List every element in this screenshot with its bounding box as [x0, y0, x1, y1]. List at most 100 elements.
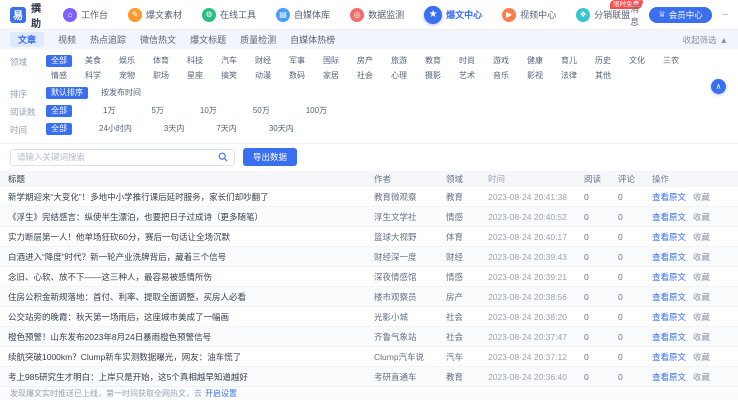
messages-button[interactable]: 消息: [630, 2, 639, 28]
row-title[interactable]: 新学期迎来“大变化”！多地中小学推行课后延时服务，家长们却吵翻了: [0, 191, 374, 203]
filter-chip[interactable]: 默认排序: [46, 87, 88, 99]
filter-chip[interactable]: 5万: [146, 105, 168, 117]
settings-link[interactable]: 开启设置: [205, 388, 237, 399]
filter-chip[interactable]: 旅游: [386, 55, 412, 67]
table-row[interactable]: 考上985研究生才明白：上岸只是开始，这5个真相越早知道越好 考研直通车 教育 …: [0, 367, 738, 386]
view-original-link[interactable]: 查看原文: [652, 311, 686, 323]
table-row[interactable]: 白酒进入“降度”时代？新一轮产业洗牌背后，藏着三个信号 财经深一度 财经 202…: [0, 247, 738, 267]
view-original-link[interactable]: 查看原文: [652, 231, 686, 243]
filter-chip[interactable]: 全部: [46, 55, 72, 67]
filter-chip[interactable]: 科学: [80, 70, 106, 82]
search-icon[interactable]: [218, 152, 228, 162]
filter-chip[interactable]: 摄影: [420, 70, 446, 82]
view-original-link[interactable]: 查看原文: [652, 371, 686, 383]
favorite-link[interactable]: 收藏: [693, 231, 710, 243]
filter-chip[interactable]: 汽车: [216, 55, 242, 67]
view-original-link[interactable]: 查看原文: [652, 251, 686, 263]
content-tab[interactable]: 自媒体热榜: [290, 33, 335, 46]
favorite-link[interactable]: 收藏: [693, 311, 710, 323]
content-tab[interactable]: 爆文标题: [190, 33, 226, 46]
filter-chip[interactable]: 1万: [98, 105, 120, 117]
favorite-link[interactable]: 收藏: [693, 331, 710, 343]
view-original-link[interactable]: 查看原文: [652, 331, 686, 343]
filter-chip[interactable]: 时尚: [454, 55, 480, 67]
filter-chip[interactable]: 国际: [318, 55, 344, 67]
row-title[interactable]: 住房公积金新规落地：首付、利率、提取全面调整，买房人必看: [0, 291, 374, 303]
filter-chip[interactable]: 音乐: [488, 70, 514, 82]
table-row[interactable]: 《浮生》完结感言：纵使半生漂泊，也要把日子过成诗（更多随笔） 浮生文学社 情感 …: [0, 207, 738, 227]
filter-chip[interactable]: 50万: [248, 105, 275, 117]
filter-chip[interactable]: 艺术: [454, 70, 480, 82]
filter-chip[interactable]: 动漫: [250, 70, 276, 82]
table-row[interactable]: 实力断层第一人！他单场狂砍60分，赛后一句话让全场沉默 篮球大视野 体育 202…: [0, 227, 738, 247]
filter-chip[interactable]: 社会: [352, 70, 378, 82]
top-nav-item[interactable]: ◎ 数据监测: [350, 8, 404, 22]
filter-chip[interactable]: 体育: [148, 55, 174, 67]
content-tab[interactable]: 质量检测: [240, 33, 276, 46]
filter-chip[interactable]: 30天内: [264, 123, 299, 135]
view-original-link[interactable]: 查看原文: [652, 271, 686, 283]
filter-chip[interactable]: 心理: [386, 70, 412, 82]
row-title[interactable]: 考上985研究生才明白：上岸只是开始，这5个真相越早知道越好: [0, 371, 374, 383]
vip-center-button[interactable]: ♕ 会员中心: [649, 7, 712, 23]
filter-chip[interactable]: 历史: [590, 55, 616, 67]
top-nav-item[interactable]: ❖ 分销联盟 限时免费: [576, 8, 630, 22]
filter-chip[interactable]: 育儿: [556, 55, 582, 67]
table-row[interactable]: 公交站旁的晚霞：秋天第一场雨后，这座城市美成了一幅画 光影小城 社会 2023-…: [0, 307, 738, 327]
table-row[interactable]: 念旧、心软、放不下——这三种人，最容易被感情所伤 深夜情感馆 情感 2023-0…: [0, 267, 738, 287]
filter-chip[interactable]: 数码: [284, 70, 310, 82]
table-row[interactable]: 橙色预警！山东发布2023年8月24日暴雨橙色预警信号 齐鲁气象站 社会 202…: [0, 327, 738, 347]
favorite-link[interactable]: 收藏: [693, 371, 710, 383]
filter-chip[interactable]: 健康: [522, 55, 548, 67]
view-original-link[interactable]: 查看原文: [652, 211, 686, 223]
favorite-link[interactable]: 收藏: [693, 351, 710, 363]
filter-chip[interactable]: 职场: [148, 70, 174, 82]
top-nav-item[interactable]: ⚙ 在线工具: [202, 8, 256, 22]
filter-chip[interactable]: 24小时内: [94, 123, 137, 135]
export-data-button[interactable]: 导出数据: [243, 148, 297, 166]
row-title[interactable]: 念旧、心软、放不下——这三种人，最容易被感情所伤: [0, 271, 374, 283]
filter-chip[interactable]: 星座: [182, 70, 208, 82]
filter-chip[interactable]: 军事: [284, 55, 310, 67]
top-nav-item[interactable]: ▶ 视频中心: [502, 8, 556, 22]
filter-chip[interactable]: 情感: [46, 70, 72, 82]
filter-chip[interactable]: 其他: [590, 70, 616, 82]
favorite-link[interactable]: 收藏: [693, 271, 710, 283]
filter-chip[interactable]: 宠物: [114, 70, 140, 82]
filter-chip[interactable]: 法律: [556, 70, 582, 82]
filter-chip[interactable]: 财经: [250, 55, 276, 67]
content-tab[interactable]: 热点追踪: [90, 33, 126, 46]
row-title[interactable]: 实力断层第一人！他单场狂砍60分，赛后一句话让全场沉默: [0, 231, 374, 243]
filter-chip[interactable]: 影视: [522, 70, 548, 82]
filter-chip[interactable]: 100万: [301, 105, 332, 117]
view-original-link[interactable]: 查看原文: [652, 291, 686, 303]
view-original-link[interactable]: 查看原文: [652, 191, 686, 203]
filter-chip[interactable]: 文化: [624, 55, 650, 67]
top-nav-item[interactable]: ★ 爆文中心: [424, 6, 482, 24]
top-nav-item[interactable]: ✎ 爆文素材: [128, 8, 182, 22]
filter-chip[interactable]: 7天内: [211, 123, 241, 135]
row-title[interactable]: 公交站旁的晚霞：秋天第一场雨后，这座城市美成了一幅画: [0, 311, 374, 323]
favorite-link[interactable]: 收藏: [693, 211, 710, 223]
filter-chip[interactable]: 全部: [46, 105, 72, 117]
favorite-link[interactable]: 收藏: [693, 251, 710, 263]
view-original-link[interactable]: 查看原文: [652, 351, 686, 363]
filter-chip[interactable]: 美食: [80, 55, 106, 67]
filter-chip[interactable]: 家居: [318, 70, 344, 82]
filter-chip[interactable]: 搞笑: [216, 70, 242, 82]
content-tab[interactable]: 文章: [10, 32, 44, 47]
filter-chip[interactable]: 3天内: [159, 123, 189, 135]
favorite-link[interactable]: 收藏: [693, 191, 710, 203]
table-row[interactable]: 新学期迎来“大变化”！多地中小学推行课后延时服务，家长们却吵翻了 教育微观察 教…: [0, 187, 738, 207]
filter-chip[interactable]: 三农: [658, 55, 684, 67]
filter-chip[interactable]: 全部: [46, 123, 72, 135]
search-input[interactable]: [17, 152, 218, 162]
filter-chip[interactable]: 科技: [182, 55, 208, 67]
filter-chip[interactable]: 房产: [352, 55, 378, 67]
table-row[interactable]: 续航突破1000km？Clump新车实测数据曝光，网友：油车慌了 Clump汽车…: [0, 347, 738, 367]
filter-chip[interactable]: 游戏: [488, 55, 514, 67]
table-row[interactable]: 住房公积金新规落地：首付、利率、提取全面调整，买房人必看 楼市观察员 房产 20…: [0, 287, 738, 307]
row-title[interactable]: 白酒进入“降度”时代？新一轮产业洗牌背后，藏着三个信号: [0, 251, 374, 263]
content-tab[interactable]: 微信热文: [140, 33, 176, 46]
row-title[interactable]: 《浮生》完结感言：纵使半生漂泊，也要把日子过成诗（更多随笔）: [0, 211, 374, 223]
